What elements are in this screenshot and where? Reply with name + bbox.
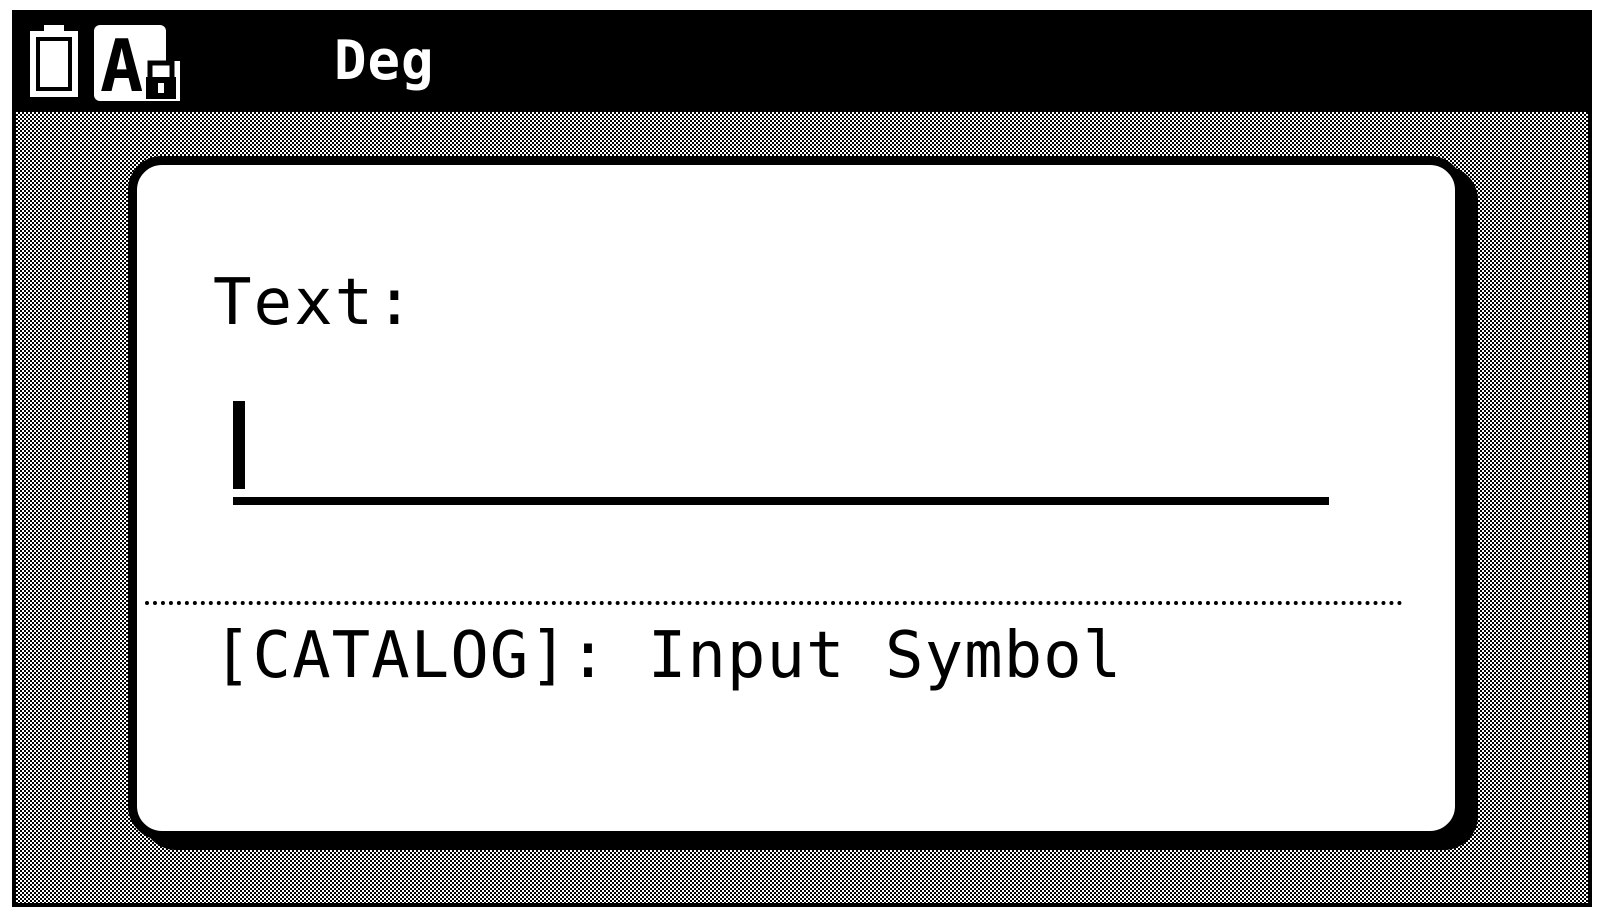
status-bar: A Deg	[16, 14, 1588, 108]
svg-text:A: A	[100, 25, 143, 101]
alpha-lock-icon: A	[94, 25, 180, 101]
text-input-dialog: Text: [CATALOG]: Input Symbol	[128, 156, 1464, 840]
angle-mode-indicator: Deg	[334, 29, 435, 92]
text-field-underline	[233, 497, 1329, 505]
catalog-hint: [CATALOG]: Input Symbol	[213, 619, 1123, 693]
battery-icon	[30, 25, 78, 97]
prompt-label: Text:	[213, 266, 416, 340]
dotted-divider	[145, 601, 1403, 605]
text-input-field[interactable]	[233, 401, 1329, 505]
text-cursor	[233, 401, 245, 489]
